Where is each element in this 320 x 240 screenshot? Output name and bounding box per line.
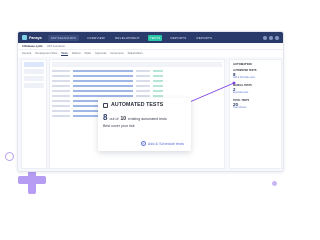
automated-tests-callout: AUTOMATED TESTS 8 out of 10 existing aut… xyxy=(98,98,191,151)
table-row[interactable] xyxy=(52,94,222,98)
tab-general[interactable]: General xyxy=(22,52,31,55)
out-of-text: out of xyxy=(109,117,119,121)
project-selector[interactable]: SAP S4HANA RFC xyxy=(47,34,80,41)
brand-name: Panaya xyxy=(29,35,42,40)
help-icon[interactable] xyxy=(269,35,273,40)
summary-link[interactable]: Automate tests xyxy=(233,92,278,94)
automation-panel: AUTOMATION AUTOMATED TESTS 8 Add & Sched… xyxy=(229,59,282,169)
sidebar-item[interactable] xyxy=(24,76,44,81)
callout-title: AUTOMATED TESTS xyxy=(111,102,164,108)
table-row[interactable] xyxy=(52,69,222,73)
sidebar-item[interactable] xyxy=(24,83,44,88)
filter-sidebar xyxy=(21,59,47,169)
automation-panel-title: AUTOMATION xyxy=(233,62,252,66)
tab-stakeholders[interactable]: Stakeholders xyxy=(128,52,143,55)
table-row[interactable] xyxy=(52,74,222,78)
nav-reports[interactable]: REPORTS xyxy=(168,35,188,41)
top-navigation: Panaya SAP S4HANA RFC OVERVIEW DEVELOPME… xyxy=(18,32,283,43)
sidebar-item[interactable] xyxy=(24,69,44,74)
callout-subtitle: Best cover your risk xyxy=(103,124,135,128)
brand-logo[interactable]: Panaya xyxy=(22,35,42,40)
tab-risks[interactable]: Risks xyxy=(85,52,91,55)
summary-link[interactable]: View all tests xyxy=(233,107,278,109)
automated-count: 8 xyxy=(103,113,108,122)
table-row[interactable] xyxy=(52,89,222,93)
logo-mark-icon xyxy=(22,35,27,40)
tab-documents[interactable]: Documents xyxy=(111,52,124,55)
table-row[interactable] xyxy=(52,79,222,83)
automated-tests-summary: AUTOMATED TESTS 8 Add & Schedule tests xyxy=(233,69,278,79)
plus-circle-icon: + xyxy=(140,141,146,146)
stat-suffix: existing automated tests xyxy=(128,117,167,121)
breadcrumb: 3 Release cycle UAT scenarios xyxy=(18,43,283,50)
search-icon[interactable] xyxy=(263,35,267,40)
table-row[interactable] xyxy=(52,84,222,88)
breadcrumb-description: UAT scenarios xyxy=(46,44,65,48)
add-schedule-tests-button[interactable]: + Add & Schedule tests xyxy=(140,141,184,146)
decorative-dot xyxy=(272,181,277,186)
decorative-ring xyxy=(5,152,14,161)
manual-tests-summary: MANUAL TESTS 2 Automate tests xyxy=(233,84,278,94)
total-count: 10 xyxy=(120,116,127,122)
tab-development-tests[interactable]: Development Tests xyxy=(35,52,57,55)
nav-tests[interactable]: TESTS xyxy=(147,34,163,41)
nav-actions xyxy=(263,35,279,40)
total-tests-summary: TOTAL TESTS 20 View all tests xyxy=(233,99,278,109)
tab-defects[interactable]: Defects xyxy=(72,52,81,55)
action-label: Add & Schedule tests xyxy=(147,141,184,146)
tab-bar: General Development Tests Tests Defects … xyxy=(18,50,283,57)
nav-reports-2[interactable]: REPORTS xyxy=(194,35,214,41)
breadcrumb-cycle[interactable]: 3 Release cycle xyxy=(22,44,43,48)
tab-approvals[interactable]: Approvals xyxy=(95,52,107,55)
avatar[interactable] xyxy=(275,35,279,40)
callout-stat: 8 out of 10 existing automated tests xyxy=(103,113,186,122)
clipboard-icon xyxy=(103,102,108,108)
summary-link[interactable]: Add & Schedule tests xyxy=(233,77,278,79)
nav-overview[interactable]: OVERVIEW xyxy=(85,35,107,41)
callout-header: AUTOMATED TESTS xyxy=(103,102,186,108)
sidebar-item[interactable] xyxy=(24,62,44,67)
nav-development[interactable]: DEVELOPMENT xyxy=(113,35,142,41)
table-header xyxy=(52,62,222,67)
tab-tests[interactable]: Tests xyxy=(61,52,68,56)
